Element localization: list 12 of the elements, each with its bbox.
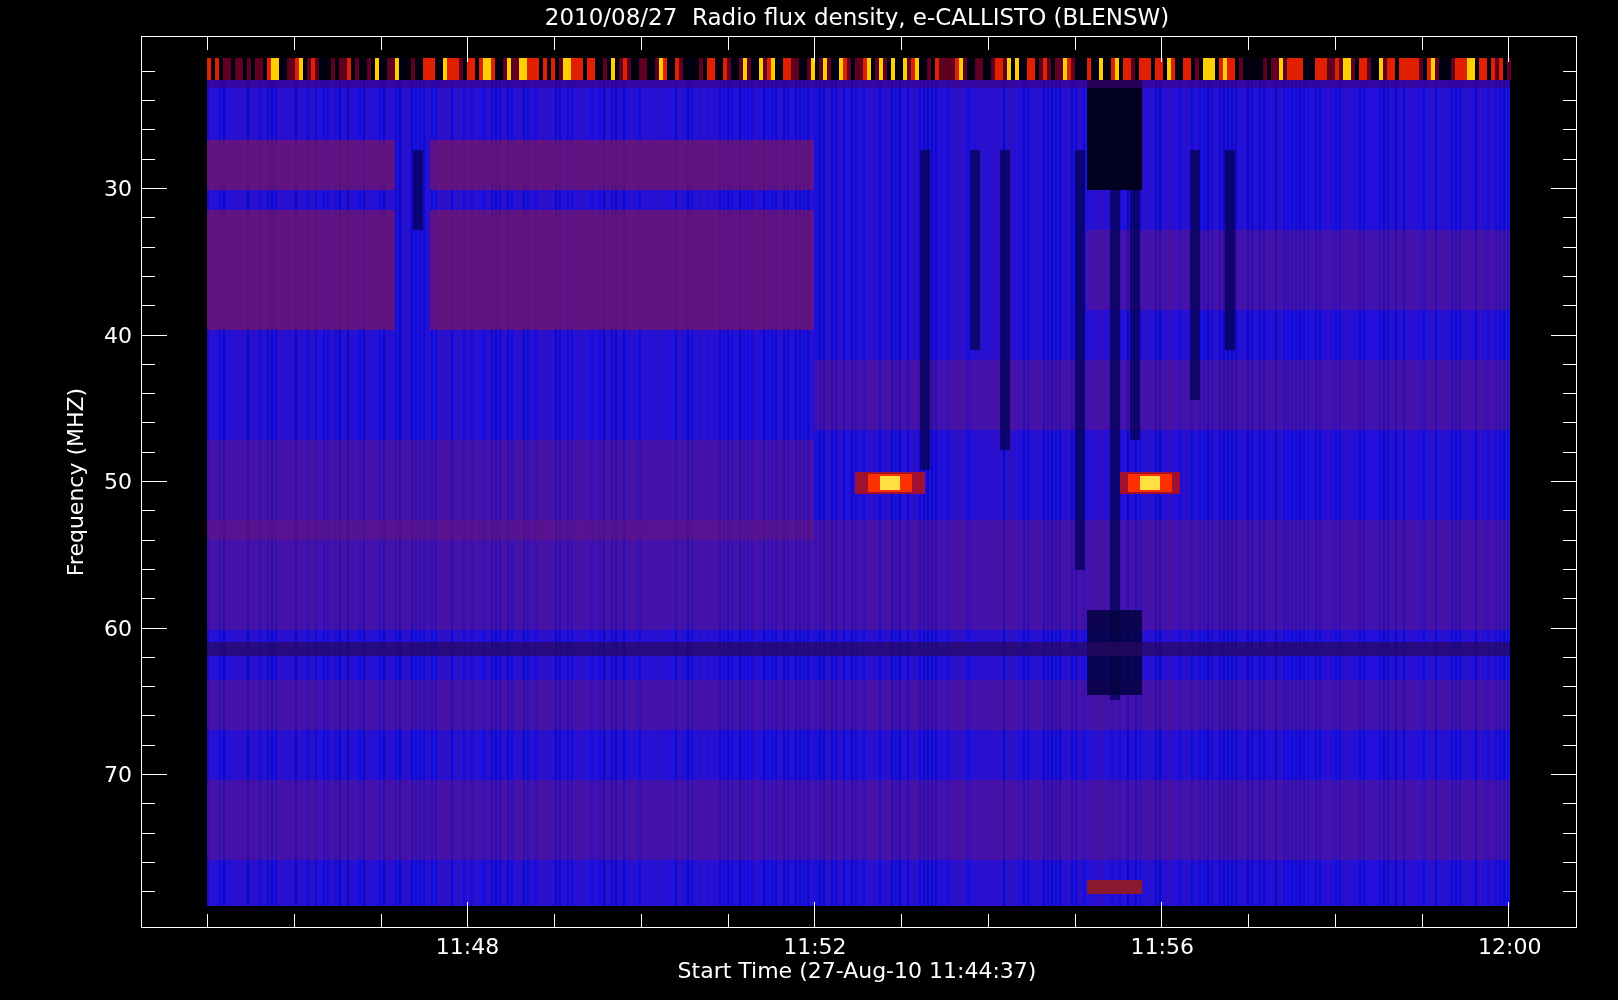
y-tick-label: 70 [104,762,132,787]
plot-title: 2010/08/27 Radio flux density, e-CALLISTO (BLENSW) [544,4,1170,30]
x-axis-label: Start Time (27-Aug-10 11:44:37) [677,958,1037,983]
x-tick-label: 12:00 [1478,934,1542,959]
y-tick-label: 40 [104,322,132,348]
y-tick-label: 50 [104,469,132,494]
x-tick-label: 11:48 [435,934,500,959]
x-tick-label: 11:52 [783,934,847,959]
y-tick-label: 30 [104,176,132,201]
x-tick-label: 11:56 [1130,934,1194,959]
y-axis-label: Frequency (MHZ) [63,387,88,577]
y-tick-label: 60 [104,615,132,641]
